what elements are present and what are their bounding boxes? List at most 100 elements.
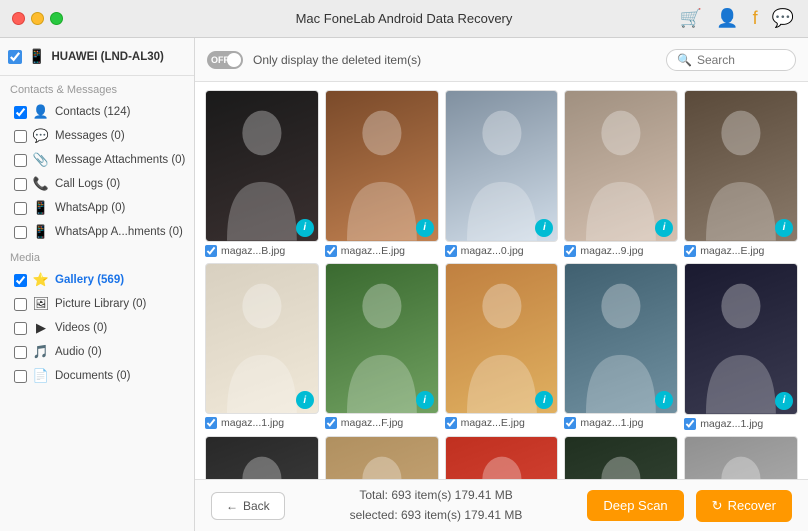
photo-checkbox[interactable] bbox=[205, 417, 217, 429]
close-button[interactable] bbox=[12, 12, 25, 25]
call-logs-icon: 📞 bbox=[33, 176, 49, 192]
photo-cell[interactable]: i magaz...E.jpg bbox=[205, 436, 319, 480]
photo-cell[interactable]: i magaz...1.jpg bbox=[684, 263, 798, 430]
photo-cell[interactable]: i magaz...3.jpg bbox=[564, 436, 678, 480]
photo-cell[interactable]: i magaz...8.jpg bbox=[445, 436, 559, 480]
photo-checkbox[interactable] bbox=[684, 418, 696, 430]
maximize-button[interactable] bbox=[50, 12, 63, 25]
toggle-track[interactable]: OFF bbox=[207, 51, 243, 69]
picture-library-checkbox[interactable] bbox=[14, 298, 27, 311]
gallery-checkbox[interactable] bbox=[14, 274, 27, 287]
photo-cell[interactable]: i magaz...B.jpg bbox=[205, 90, 319, 257]
info-badge[interactable]: i bbox=[655, 219, 673, 237]
sidebar-item-whatsapp-attachments[interactable]: 📱 WhatsApp A...hments (0) bbox=[0, 220, 194, 244]
photo-checkbox[interactable] bbox=[445, 417, 457, 429]
minimize-button[interactable] bbox=[31, 12, 44, 25]
picture-library-label: Picture Library (0) bbox=[55, 298, 146, 310]
chat-icon[interactable]: 💬 bbox=[772, 8, 794, 29]
photo-cell[interactable]: i magaz...F.jpg bbox=[325, 263, 439, 430]
messages-checkbox[interactable] bbox=[14, 130, 27, 143]
recover-button[interactable]: ↻ Recover bbox=[696, 490, 792, 522]
photo-checkbox[interactable] bbox=[325, 245, 337, 257]
deep-scan-button[interactable]: Deep Scan bbox=[587, 490, 683, 521]
device-header[interactable]: 📱 HUAWEI (LND-AL30) bbox=[0, 38, 194, 76]
photo-filename-row: magaz...9.jpg bbox=[564, 245, 678, 257]
total-info: Total: 693 item(s) 179.41 MB selected: 6… bbox=[297, 486, 576, 524]
photo-checkbox[interactable] bbox=[325, 417, 337, 429]
photo-cell[interactable]: i magaz...E.jpg bbox=[684, 436, 798, 480]
photo-cell[interactable]: i magaz...3.jpg bbox=[325, 436, 439, 480]
photo-cell[interactable]: i magaz...E.jpg bbox=[684, 90, 798, 257]
back-button[interactable]: ← Back bbox=[211, 492, 285, 520]
facebook-icon[interactable]: f bbox=[753, 8, 758, 29]
toggle-thumb bbox=[227, 53, 241, 67]
info-badge[interactable]: i bbox=[296, 219, 314, 237]
info-badge[interactable]: i bbox=[775, 392, 793, 410]
photo-checkbox[interactable] bbox=[205, 245, 217, 257]
photo-checkbox[interactable] bbox=[564, 417, 576, 429]
whatsapp-attach-checkbox[interactable] bbox=[14, 226, 27, 239]
info-badge[interactable]: i bbox=[416, 219, 434, 237]
total-line1: Total: 693 item(s) 179.41 MB bbox=[297, 486, 576, 505]
gallery-label: Gallery (569) bbox=[55, 274, 124, 286]
photo-thumb: i bbox=[325, 90, 439, 242]
whatsapp-checkbox[interactable] bbox=[14, 202, 27, 215]
sidebar-item-videos[interactable]: ▶ Videos (0) bbox=[0, 316, 194, 340]
photo-thumb: i bbox=[445, 90, 559, 242]
msg-attachments-checkbox[interactable] bbox=[14, 154, 27, 167]
search-input[interactable] bbox=[697, 53, 787, 67]
photo-thumb: i bbox=[205, 90, 319, 242]
photo-checkbox[interactable] bbox=[684, 245, 696, 257]
toggle-switch[interactable]: OFF bbox=[207, 51, 243, 69]
photo-cell[interactable]: i magaz...E.jpg bbox=[325, 90, 439, 257]
photo-cell[interactable]: i magaz...0.jpg bbox=[445, 90, 559, 257]
photo-cell[interactable]: i magaz...E.jpg bbox=[445, 263, 559, 430]
audio-checkbox[interactable] bbox=[14, 346, 27, 359]
audio-icon: 🎵 bbox=[33, 344, 49, 360]
photo-cell[interactable]: i magaz...1.jpg bbox=[205, 263, 319, 430]
call-logs-checkbox[interactable] bbox=[14, 178, 27, 191]
person-icon[interactable]: 👤 bbox=[716, 8, 738, 29]
footer: ← Back Total: 693 item(s) 179.41 MB sele… bbox=[195, 479, 808, 531]
photo-checkbox[interactable] bbox=[445, 245, 457, 257]
info-badge[interactable]: i bbox=[535, 219, 553, 237]
photo-filename-row: magaz...0.jpg bbox=[445, 245, 559, 257]
search-icon: 🔍 bbox=[677, 53, 692, 67]
main-layout: 📱 HUAWEI (LND-AL30) Contacts & Messages … bbox=[0, 38, 808, 531]
search-box[interactable]: 🔍 bbox=[666, 49, 796, 71]
device-checkbox[interactable] bbox=[8, 50, 22, 64]
photo-thumb: i bbox=[325, 263, 439, 415]
gallery-icon: ⭐ bbox=[33, 272, 49, 288]
videos-label: Videos (0) bbox=[55, 322, 107, 334]
cart-icon[interactable]: 🛒 bbox=[680, 8, 702, 29]
info-badge[interactable]: i bbox=[416, 391, 434, 409]
sidebar-item-picture-library[interactable]: 🖼 Picture Library (0) bbox=[0, 292, 194, 316]
contacts-checkbox[interactable] bbox=[14, 106, 27, 119]
photo-label: magaz...B.jpg bbox=[221, 245, 285, 257]
whatsapp-icon: 📱 bbox=[33, 200, 49, 216]
photo-cell[interactable]: i magaz...9.jpg bbox=[564, 90, 678, 257]
photo-label: magaz...1.jpg bbox=[221, 417, 284, 429]
sidebar-item-contacts[interactable]: 👤 Contacts (124) bbox=[0, 100, 194, 124]
traffic-lights bbox=[0, 12, 63, 25]
recover-label: Recover bbox=[728, 498, 776, 513]
sidebar-item-msg-attachments[interactable]: 📎 Message Attachments (0) bbox=[0, 148, 194, 172]
info-badge[interactable]: i bbox=[775, 219, 793, 237]
videos-checkbox[interactable] bbox=[14, 322, 27, 335]
documents-checkbox[interactable] bbox=[14, 370, 27, 383]
photo-thumb: i bbox=[445, 263, 559, 415]
sidebar-scroll: Contacts & Messages 👤 Contacts (124) 💬 M… bbox=[0, 76, 194, 531]
photo-checkbox[interactable] bbox=[564, 245, 576, 257]
sidebar-item-gallery[interactable]: ⭐ Gallery (569) bbox=[0, 268, 194, 292]
audio-label: Audio (0) bbox=[55, 346, 102, 358]
sidebar-item-audio[interactable]: 🎵 Audio (0) bbox=[0, 340, 194, 364]
sidebar-item-messages[interactable]: 💬 Messages (0) bbox=[0, 124, 194, 148]
photo-label: magaz...1.jpg bbox=[700, 418, 763, 430]
sidebar-item-call-logs[interactable]: 📞 Call Logs (0) bbox=[0, 172, 194, 196]
photo-cell[interactable]: i magaz...1.jpg bbox=[564, 263, 678, 430]
picture-library-icon: 🖼 bbox=[33, 296, 49, 312]
sidebar-item-documents[interactable]: 📄 Documents (0) bbox=[0, 364, 194, 388]
photo-grid-container[interactable]: i magaz...B.jpg i magaz...E.jpg i magaz.… bbox=[195, 82, 808, 479]
sidebar-item-whatsapp[interactable]: 📱 WhatsApp (0) bbox=[0, 196, 194, 220]
documents-label: Documents (0) bbox=[55, 370, 130, 382]
